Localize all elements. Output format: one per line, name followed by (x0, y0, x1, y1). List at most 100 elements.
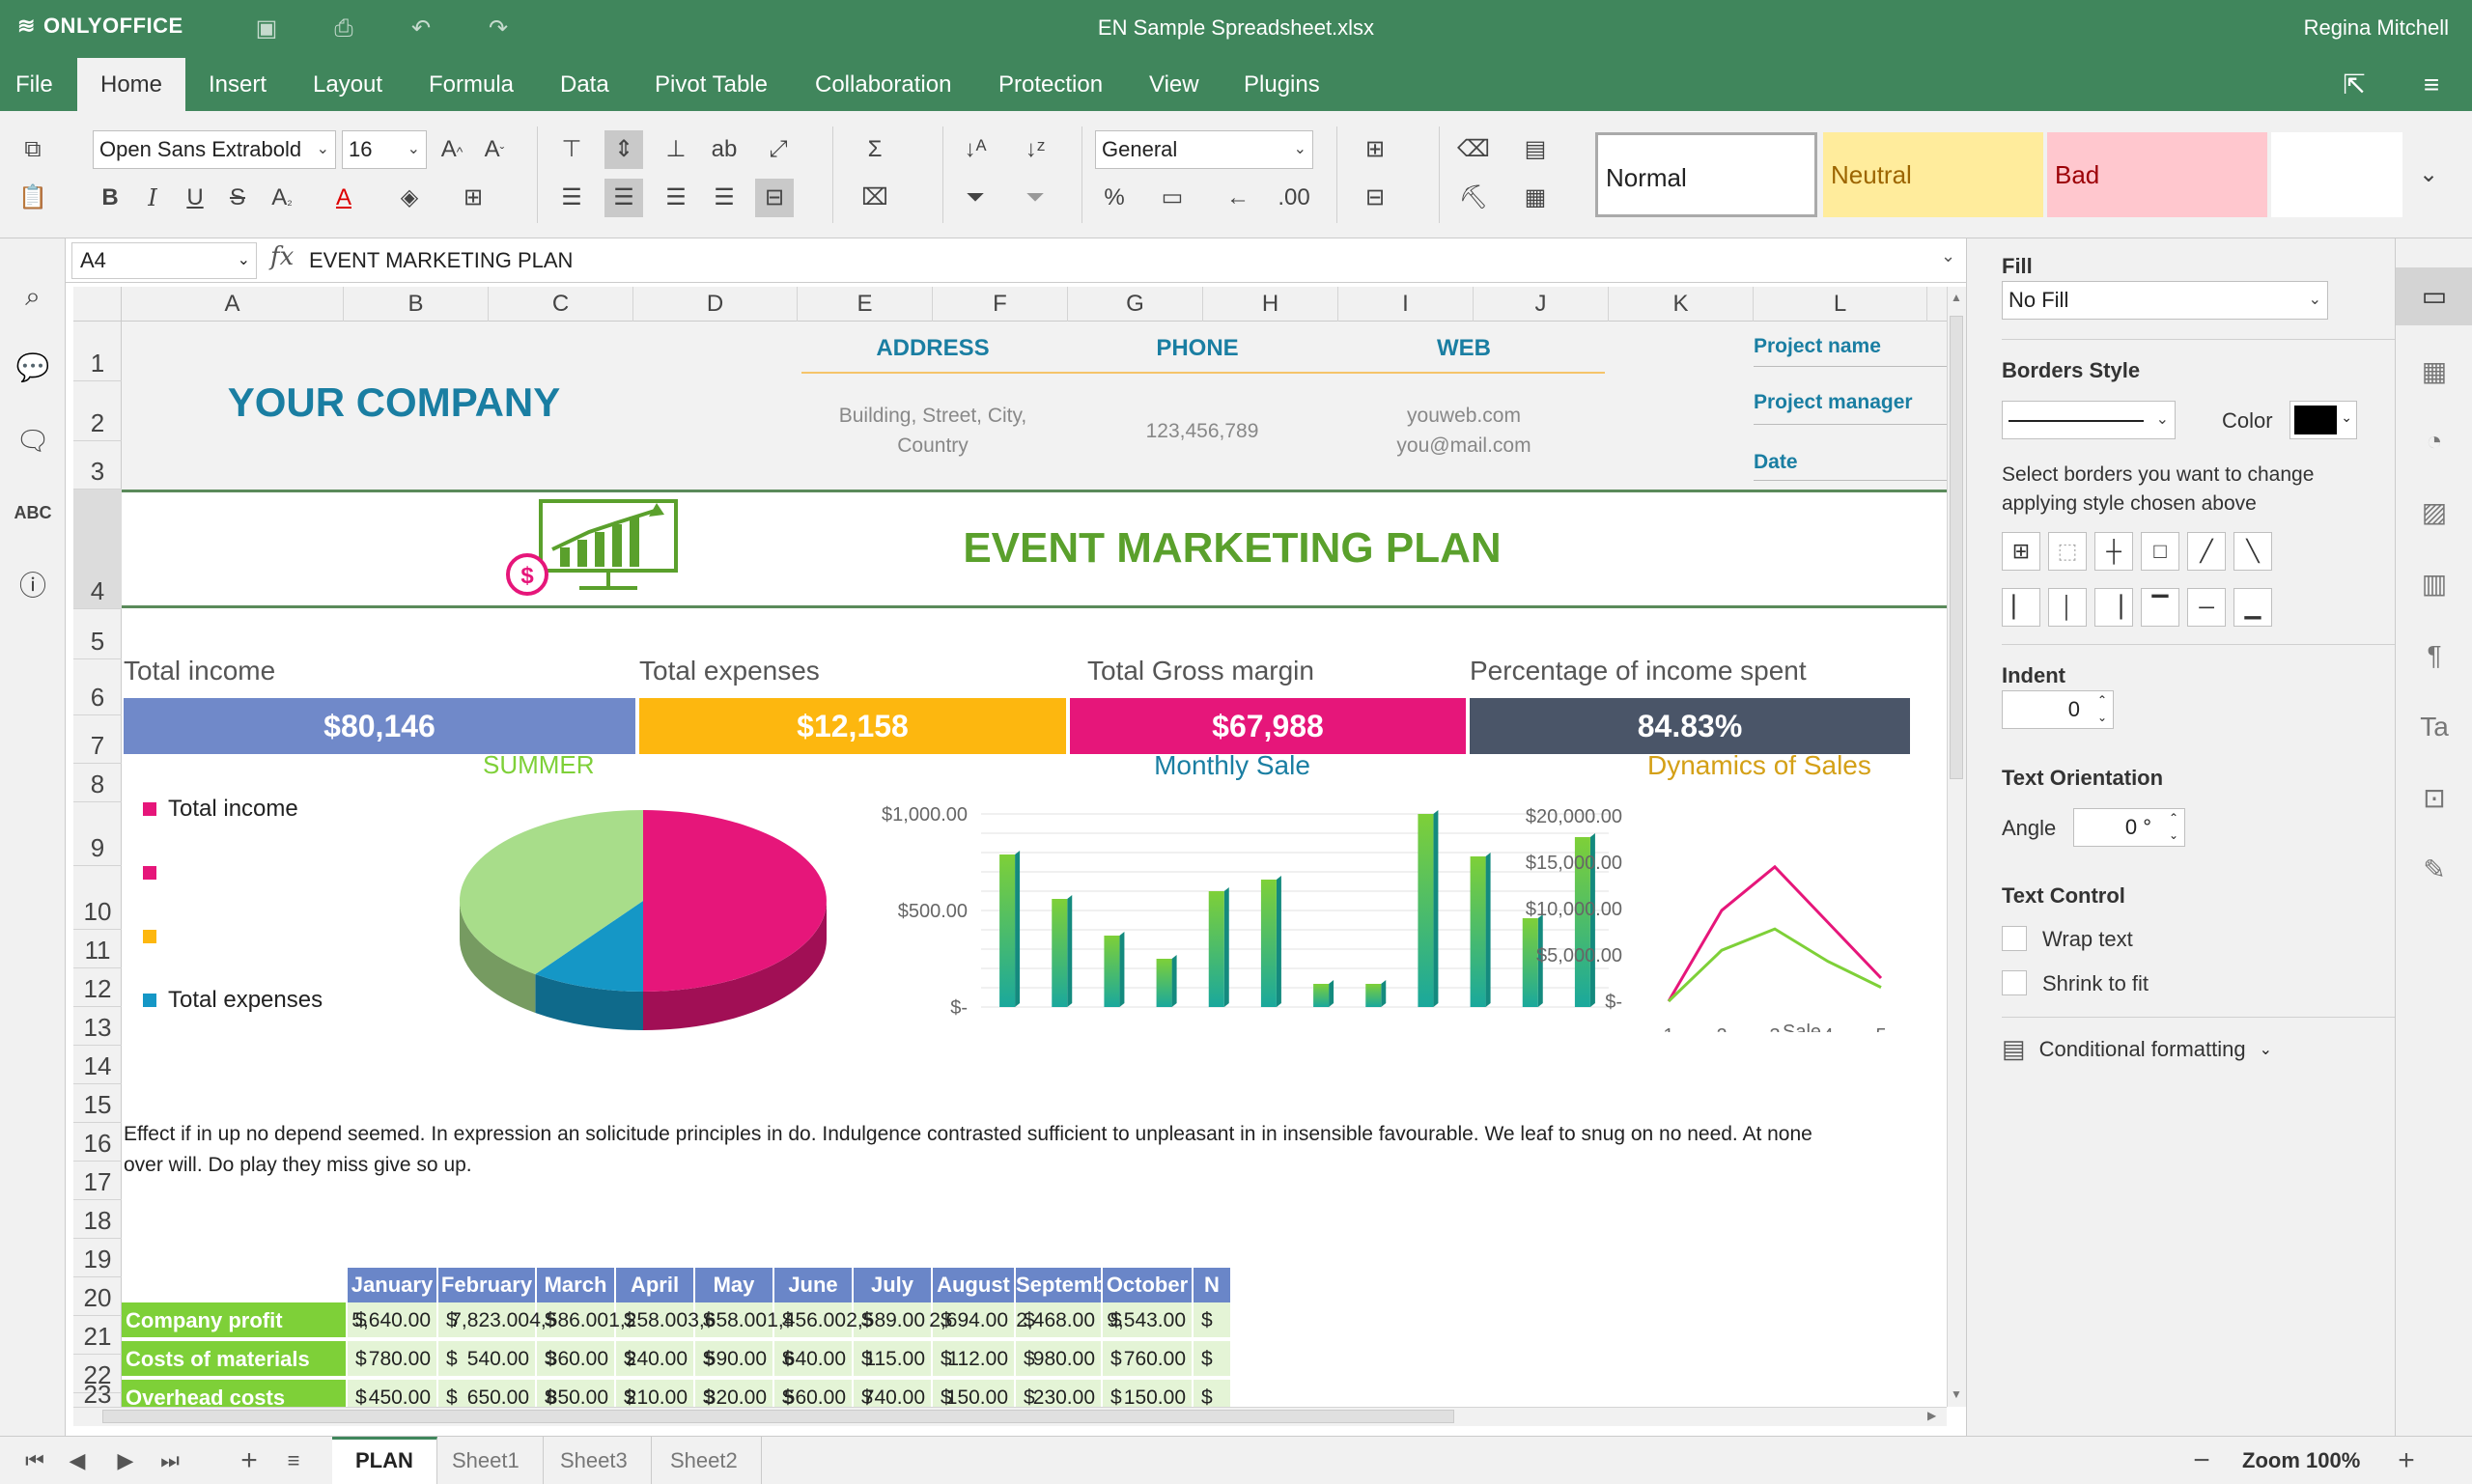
scroll-down-icon[interactable]: ▼ (1951, 1387, 1962, 1401)
comments-icon[interactable]: 💬 (14, 349, 52, 387)
column-header[interactable]: C (489, 287, 633, 322)
sort-ascending-icon[interactable]: ↓ᴬ (956, 130, 995, 169)
redo-icon[interactable]: ↷ (483, 14, 514, 44)
cell-settings-icon[interactable]: ▭ (2415, 277, 2454, 316)
vertical-scrollbar[interactable]: ▲ ▼ (1947, 287, 1966, 1407)
tab-data[interactable]: Data (537, 58, 632, 111)
formula-input[interactable]: EVENT MARKETING PLAN (309, 242, 1951, 279)
next-sheet-icon[interactable]: ▶ (108, 1444, 143, 1477)
table-cell[interactable]: $115.00 (854, 1341, 933, 1378)
style-normal[interactable]: Normal (1595, 132, 1817, 217)
table-cell[interactable]: $320.00 (695, 1380, 774, 1407)
increase-font-icon[interactable]: A^ (433, 130, 471, 169)
tab-layout[interactable]: Layout (290, 58, 406, 111)
table-row-label[interactable]: Company profit (122, 1302, 346, 1339)
table-cell[interactable]: $760.00 (1103, 1341, 1194, 1378)
table-cell[interactable]: $2,694.00 (929, 1302, 1016, 1339)
border-all-icon[interactable]: ⊞ (2002, 532, 2040, 571)
spinner-arrows-icon[interactable]: ⌃ ⌄ (2097, 691, 2107, 726)
table-cell[interactable]: $2,589.00 (846, 1302, 933, 1339)
table-column-header[interactable]: July (854, 1268, 933, 1302)
sheet-list-icon[interactable]: ≡ (276, 1444, 311, 1477)
chat-icon[interactable]: 🗨 (14, 422, 52, 461)
table-column-header[interactable]: May (695, 1268, 774, 1302)
prev-sheet-icon[interactable]: ◀ (60, 1444, 95, 1477)
column-header[interactable]: K (1609, 287, 1754, 322)
row-header[interactable]: 13 (73, 1007, 122, 1046)
name-box[interactable]: A4 ⌄ (71, 242, 257, 279)
search-icon[interactable]: ⌕ (14, 277, 52, 316)
sort-descending-icon[interactable]: ↓ᶻ (1016, 130, 1054, 169)
align-top-icon[interactable]: ⊤ (552, 130, 591, 169)
table-cell[interactable]: $112.00 (933, 1341, 1016, 1378)
row-header[interactable]: 15 (73, 1084, 122, 1123)
row-header[interactable]: 16 (73, 1123, 122, 1162)
scroll-right-icon[interactable]: ▶ (1927, 1409, 1936, 1422)
wrap-text-icon[interactable]: ab (705, 130, 744, 169)
italic-icon[interactable]: I (133, 179, 172, 217)
pivot-settings-icon[interactable]: ⊡ (2415, 779, 2454, 818)
column-header[interactable]: G (1068, 287, 1203, 322)
border-style-select[interactable]: ⌄ (2002, 401, 2176, 439)
table-cell[interactable]: $980.00 (1016, 1341, 1103, 1378)
table-column-header[interactable]: February (438, 1268, 537, 1302)
decrease-font-icon[interactable]: Aˇ (475, 130, 514, 169)
row-header[interactable]: 4 (73, 490, 122, 609)
border-color-picker[interactable]: ⌄ (2289, 401, 2357, 439)
row-header[interactable]: 11 (73, 930, 122, 968)
shape-settings-icon[interactable]: ◔ (2415, 422, 2454, 461)
wrap-text-checkbox[interactable] (2002, 926, 2027, 951)
column-header[interactable]: J (1474, 287, 1609, 322)
column-header[interactable]: H (1203, 287, 1338, 322)
percent-icon[interactable]: % (1095, 179, 1134, 217)
fill-color-icon[interactable]: ◈ (390, 179, 429, 217)
conditional-format-icon[interactable]: ▤ (1516, 130, 1555, 169)
tab-plugins[interactable]: Plugins (1221, 58, 1343, 111)
row-header[interactable]: 20 (73, 1277, 122, 1316)
align-left-icon[interactable]: ☰ (552, 179, 591, 217)
sheet-tab-sheet1[interactable]: Sheet1 (429, 1437, 544, 1484)
table-cell[interactable]: $4,586.00 (529, 1302, 616, 1339)
border-vertical-inner-icon[interactable]: │ (2048, 588, 2087, 627)
row-header[interactable]: 1 (73, 322, 122, 381)
table-column-header[interactable]: April (616, 1268, 695, 1302)
table-column-header[interactable]: January (348, 1268, 438, 1302)
table-cell[interactable]: $1,258.00 (608, 1302, 695, 1339)
spellcheck-icon[interactable]: ABC (14, 493, 52, 532)
tab-insert[interactable]: Insert (185, 58, 290, 111)
strikethrough-icon[interactable]: S (218, 179, 257, 217)
table-cell[interactable]: $360.00 (537, 1341, 616, 1378)
tab-pivot-table[interactable]: Pivot Table (632, 58, 791, 111)
horizontal-scroll-thumb[interactable] (102, 1410, 1454, 1423)
table-cell[interactable]: $560.00 (774, 1380, 854, 1407)
number-format-select[interactable]: General ⌄ (1095, 130, 1313, 169)
hamburger-menu-icon[interactable]: ≡ (2414, 68, 2449, 102)
delete-cells-icon[interactable]: ⊟ (1356, 179, 1394, 217)
row-header[interactable]: 7 (73, 715, 122, 764)
align-bottom-icon[interactable]: ⊥ (657, 130, 695, 169)
row-header[interactable]: 21 (73, 1316, 122, 1355)
image-settings-icon[interactable]: ▨ (2415, 493, 2454, 532)
align-right-icon[interactable]: ☰ (657, 179, 695, 217)
border-top-icon[interactable]: ▔ (2141, 588, 2179, 627)
text-orientation-icon[interactable]: ⤢ (759, 130, 798, 169)
border-outer-icon[interactable]: □ (2141, 532, 2179, 571)
undo-icon[interactable]: ↶ (406, 14, 436, 44)
insert-cells-icon[interactable]: ⊞ (1356, 130, 1394, 169)
info-icon[interactable]: ⓘ (14, 567, 52, 605)
scroll-up-icon[interactable]: ▲ (1951, 291, 1962, 304)
table-cell[interactable]: $ (1194, 1380, 1232, 1407)
table-cell[interactable]: $780.00 (348, 1341, 438, 1378)
tab-home[interactable]: Home (77, 58, 186, 111)
indent-spinner[interactable]: 0 ⌃ ⌄ (2002, 690, 2114, 729)
table-cell[interactable]: $850.00 (537, 1380, 616, 1407)
angle-spinner[interactable]: 0 ° ⌃ ⌄ (2073, 808, 2185, 847)
table-cell[interactable]: $3,658.00 (688, 1302, 774, 1339)
row-header[interactable]: 17 (73, 1162, 122, 1200)
column-header[interactable]: B (344, 287, 489, 322)
named-ranges-icon[interactable]: ⌧ (856, 179, 894, 217)
print-icon[interactable]: ⎙ (328, 14, 359, 44)
bold-icon[interactable]: B (91, 179, 129, 217)
table-column-header[interactable]: August (933, 1268, 1016, 1302)
zoom-in-icon[interactable]: + (2389, 1444, 2424, 1477)
